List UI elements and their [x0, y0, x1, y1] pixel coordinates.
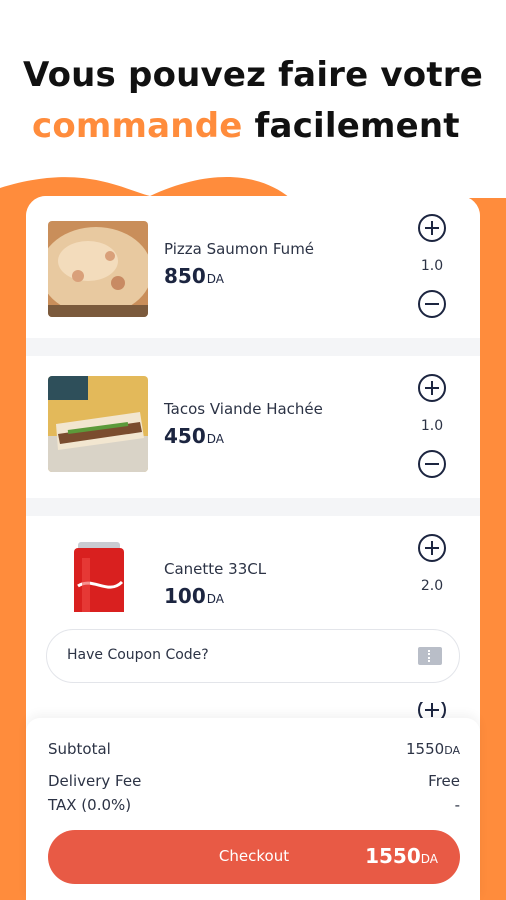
delivery-label: Delivery Fee	[48, 772, 142, 790]
headline-line-1: Vous pouvez faire votre	[22, 55, 484, 95]
pizza-image	[48, 221, 148, 317]
cart-item: Pizza Saumon Fumé 850DA 1.0	[26, 196, 480, 338]
increase-quantity-button[interactable]	[418, 374, 446, 402]
item-quantity: 2.0	[420, 578, 444, 594]
item-name: Canette 33CL	[164, 560, 267, 578]
delivery-value: Free	[428, 772, 460, 790]
decrease-quantity-button[interactable]	[418, 290, 446, 318]
headline-accent: commande	[32, 106, 243, 146]
decrease-quantity-button[interactable]	[418, 450, 446, 478]
increase-quantity-button[interactable]	[418, 214, 446, 242]
increase-quantity-button[interactable]	[418, 534, 446, 562]
checkout-total: 1550DA	[365, 844, 438, 868]
item-quantity: 1.0	[420, 258, 444, 274]
item-price: 100DA	[164, 584, 224, 608]
item-price: 850DA	[164, 264, 224, 288]
subtotal-label: Subtotal	[48, 740, 111, 758]
item-divider	[26, 498, 480, 516]
item-divider	[26, 338, 480, 356]
subtotal-row: Subtotal 1550DA	[48, 740, 460, 758]
tax-value: -	[454, 796, 460, 814]
order-summary: Subtotal 1550DA Delivery Fee Free TAX (0…	[26, 718, 480, 900]
checkout-button[interactable]: Checkout 1550DA	[48, 830, 460, 884]
tacos-image	[48, 376, 148, 472]
item-name: Tacos Viande Hachée	[164, 400, 323, 418]
cart-item: Tacos Viande Hachée 450DA 1.0	[26, 356, 480, 498]
tax-label: TAX (0.0%)	[48, 796, 132, 814]
headline-rest: facilement	[242, 106, 460, 146]
coupon-input[interactable]: Have Coupon Code?	[46, 629, 460, 683]
tax-row: TAX (0.0%) -	[48, 796, 460, 814]
headline-line-2: commande facilement	[32, 106, 506, 146]
item-quantity: 1.0	[420, 418, 444, 434]
coupon-section: Have Coupon Code?	[26, 612, 480, 702]
item-name: Pizza Saumon Fumé	[164, 240, 315, 258]
subtotal-value: 1550DA	[406, 740, 460, 758]
coupon-placeholder: Have Coupon Code?	[67, 647, 209, 663]
ticket-icon	[418, 647, 442, 665]
delivery-row: Delivery Fee Free	[48, 772, 460, 790]
item-price: 450DA	[164, 424, 224, 448]
